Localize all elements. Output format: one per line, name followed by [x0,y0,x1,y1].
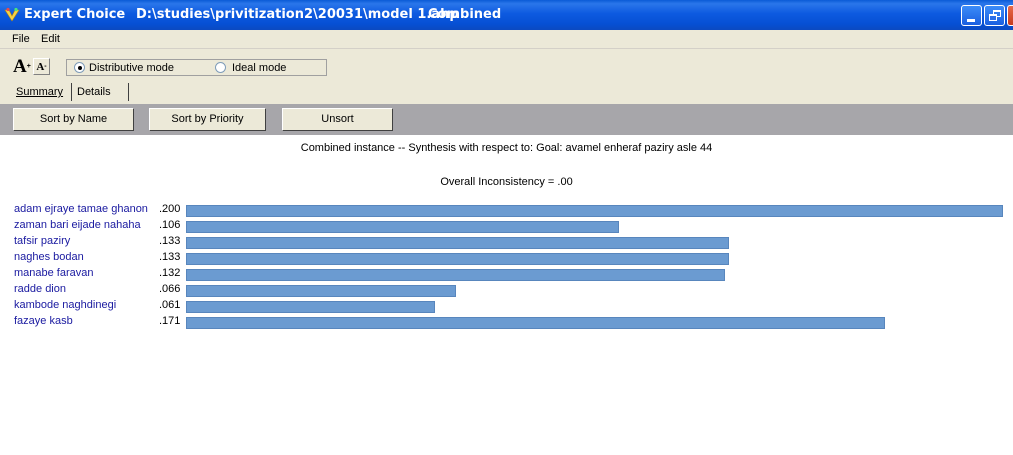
document-path: D:\studies\privitization2\20031\model 1.… [136,7,459,22]
menu-edit[interactable]: Edit [41,33,60,45]
alternative-name[interactable]: manabe faravan [14,267,94,279]
alternative-row: adam ejraye tamae ghanon .200 [0,203,1013,219]
window-mode-label: Combined [428,7,502,22]
alternative-row: fazaye kasb .171 [0,315,1013,331]
alternative-priority-value: .133 [159,235,181,247]
alternative-name[interactable]: fazaye kasb [14,315,73,327]
minimize-button[interactable] [961,5,982,26]
synthesis-title: Combined instance -- Synthesis with resp… [300,142,713,154]
close-button[interactable] [1007,5,1013,26]
increase-font-button[interactable]: A+ [13,57,31,76]
alternative-priority-value: .200 [159,203,181,215]
alternative-priority-value: .133 [159,251,181,263]
alternative-priority-value: .106 [159,219,181,231]
alternative-row: manabe faravan .132 [0,267,1013,283]
priority-bar [186,317,885,329]
priority-bar [186,285,456,297]
alternative-row: radde dion .066 [0,283,1013,299]
distributive-mode-label[interactable]: Distributive mode [89,62,174,74]
priority-bar [186,221,619,233]
alternative-name[interactable]: naghes bodan [14,251,84,263]
alternative-row: zaman bari eijade nahaha .106 [0,219,1013,235]
tab-strip: Summary Details [0,81,1013,104]
expert-choice-logo-icon [4,7,20,22]
alternative-row: naghes bodan .133 [0,251,1013,267]
sort-by-name-button[interactable]: Sort by Name [13,108,134,131]
menu-file[interactable]: File [12,33,30,45]
menu-bar: File Edit [0,30,1013,49]
sort-by-priority-button[interactable]: Sort by Priority [149,108,266,131]
alternative-priority-value: .061 [159,299,181,311]
priority-bar [186,205,1003,217]
alternative-priority-value: .132 [159,267,181,279]
overall-inconsistency: Overall Inconsistency = .00 [440,176,573,188]
alternative-row: tafsir paziry .133 [0,235,1013,251]
tab-summary[interactable]: Summary [16,82,66,103]
tab-details[interactable]: Details [77,82,132,103]
alternative-name[interactable]: tafsir paziry [14,235,70,247]
tab-divider [128,83,129,101]
alternative-name[interactable]: radde dion [14,283,66,295]
decrease-font-button[interactable]: A- [33,58,50,75]
toolbar: A+ A- Distributive mode Ideal mode [0,49,1013,81]
restore-button[interactable] [984,5,1005,26]
alternative-row: kambode naghdinegi .061 [0,299,1013,315]
alternative-name[interactable]: zaman bari eijade nahaha [14,219,141,231]
priority-bar [186,237,729,249]
alternative-priority-value: .171 [159,315,181,327]
priority-bar [186,253,729,265]
alternative-name[interactable]: kambode naghdinegi [14,299,116,311]
app-name: Expert Choice [24,7,126,22]
alternative-priority-value: .066 [159,283,181,295]
sort-toolbar: Sort by Name Sort by Priority Unsort [0,104,1013,135]
synthesis-results-panel: Combined instance -- Synthesis with resp… [0,135,1013,455]
unsort-button[interactable]: Unsort [282,108,393,131]
priority-bar [186,269,725,281]
mode-selector: Distributive mode Ideal mode [66,59,327,76]
ideal-mode-radio[interactable] [215,62,226,73]
priority-bar [186,301,435,313]
alternative-name[interactable]: adam ejraye tamae ghanon [14,203,148,215]
tab-divider [71,83,72,101]
distributive-mode-radio[interactable] [74,62,85,73]
ideal-mode-label[interactable]: Ideal mode [232,62,286,74]
title-bar: Expert Choice D:\studies\privitization2\… [0,0,1013,30]
